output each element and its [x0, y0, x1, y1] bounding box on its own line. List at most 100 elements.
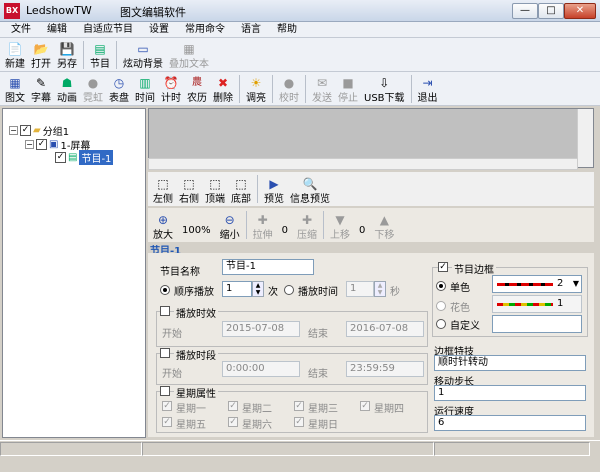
- open-label: 打开: [31, 59, 51, 70]
- menu-edit[interactable]: 编辑: [40, 22, 74, 37]
- friday-checkbox[interactable]: ✓: [162, 417, 172, 427]
- weekday-checkbox[interactable]: [160, 386, 170, 396]
- tree-checkbox[interactable]: ✓: [20, 125, 31, 136]
- save-as-button[interactable]: 💾 另存: [54, 41, 80, 71]
- flower-color-select[interactable]: 1: [492, 295, 582, 313]
- custom-border-radio[interactable]: [436, 319, 446, 329]
- menu-adaptive[interactable]: 自适应节目: [76, 22, 140, 37]
- wednesday-checkbox[interactable]: ✓: [294, 401, 304, 411]
- border-checkbox[interactable]: ✓: [438, 262, 448, 272]
- move-up-button[interactable]: ▼ 上移: [327, 212, 353, 242]
- overlay-text-icon: ▦: [183, 42, 195, 56]
- sync-time-button[interactable]: ● 校时: [276, 75, 302, 105]
- new-label: 新建: [5, 59, 25, 70]
- compress-button[interactable]: ✚ 压缩: [294, 212, 320, 242]
- send-label: 发送: [312, 93, 332, 104]
- menu-language[interactable]: 语言: [234, 22, 268, 37]
- program-name-input[interactable]: 节目-1: [222, 259, 314, 275]
- single-color-select[interactable]: 2 ▼: [492, 275, 582, 293]
- single-color-radio[interactable]: [436, 281, 446, 291]
- play-time-spinner[interactable]: ▲ ▼: [374, 281, 386, 297]
- align-left-button[interactable]: ⬚ 左侧: [150, 176, 176, 206]
- open-button[interactable]: 📂 打开: [28, 41, 54, 71]
- preview-label: 预览: [264, 194, 284, 205]
- collapse-icon[interactable]: −: [25, 140, 34, 149]
- align-top-label: 顶端: [205, 194, 225, 205]
- status-panel: [142, 442, 434, 456]
- delete-button[interactable]: ✖ 删除: [210, 75, 236, 105]
- status-panel: [0, 442, 142, 456]
- move-step-input[interactable]: 1: [434, 385, 586, 401]
- stop-button[interactable]: ■ 停止: [335, 75, 361, 105]
- close-icon[interactable]: ✕: [564, 3, 596, 19]
- border-effect-select[interactable]: 顺时针转动: [434, 355, 586, 371]
- period-start-time[interactable]: 0:00:00: [222, 361, 300, 377]
- menu-settings[interactable]: 设置: [142, 22, 176, 37]
- saturday-checkbox[interactable]: ✓: [228, 417, 238, 427]
- sequential-play-radio[interactable]: [160, 285, 170, 295]
- play-count-input[interactable]: 1: [222, 281, 252, 297]
- horizontal-scrollbar[interactable]: [148, 158, 578, 170]
- zoom-in-button[interactable]: ⊕ 放大: [150, 212, 176, 242]
- stretch-button[interactable]: ✚ 拉伸: [250, 212, 276, 242]
- sunday-checkbox[interactable]: ✓: [294, 417, 304, 427]
- vertical-scrollbar[interactable]: [577, 109, 593, 167]
- validity-start-date[interactable]: 2015-07-08: [222, 321, 300, 337]
- program-icon: ▤: [68, 152, 78, 163]
- monday-label: 星期一: [176, 404, 206, 415]
- flower-color-radio[interactable]: [436, 301, 446, 311]
- overlay-text-button[interactable]: ▦ 叠加文本: [166, 41, 212, 71]
- brightness-button[interactable]: ☀ 调亮: [243, 75, 269, 105]
- toolbar-divider: [116, 40, 117, 69]
- custom-border-label: 自定义: [450, 321, 480, 332]
- clock-dial-button[interactable]: ◷ 表盘: [106, 75, 132, 105]
- time-button[interactable]: ▥ 时间: [132, 75, 158, 105]
- time-period-checkbox[interactable]: [160, 348, 170, 358]
- play-count-spinner[interactable]: ▲ ▼: [252, 281, 264, 297]
- timer-button[interactable]: ⏰ 计时: [158, 75, 184, 105]
- tree-checkbox[interactable]: ✓: [36, 139, 47, 150]
- run-speed-input[interactable]: 6: [434, 415, 586, 431]
- preview-button[interactable]: ▶ 预览: [261, 176, 287, 206]
- align-top-button[interactable]: ⬚ 顶端: [202, 176, 228, 206]
- validity-end-label: 结束: [308, 329, 328, 340]
- play-time-input[interactable]: 1: [346, 281, 374, 297]
- monday-checkbox[interactable]: ✓: [162, 401, 172, 411]
- neon-button[interactable]: ● 霓虹: [80, 75, 106, 105]
- thursday-checkbox[interactable]: ✓: [360, 401, 370, 411]
- minimize-icon[interactable]: —: [512, 3, 538, 19]
- seconds-unit: 秒: [390, 287, 400, 298]
- program-button[interactable]: ▤ 节目: [87, 41, 113, 71]
- animation-button[interactable]: ☗ 动画: [54, 75, 80, 105]
- menu-file[interactable]: 文件: [4, 22, 38, 37]
- info-preview-button[interactable]: 🔍 信息预览: [287, 176, 333, 206]
- tree-node-group[interactable]: − ✓ ▰ 分组1: [9, 123, 69, 138]
- save-as-label: 另存: [57, 59, 77, 70]
- menu-help[interactable]: 帮助: [270, 22, 304, 37]
- move-down-button[interactable]: ▲ 下移: [371, 212, 397, 242]
- collapse-icon[interactable]: −: [9, 126, 18, 135]
- zoom-out-button[interactable]: ⊖ 缩小: [217, 212, 243, 242]
- image-text-button[interactable]: ▦ 图文: [2, 75, 28, 105]
- period-end-time[interactable]: 23:59:59: [346, 361, 424, 377]
- tree-node-program[interactable]: ✓ ▤ 节目-1: [55, 150, 114, 165]
- play-time-radio[interactable]: [284, 285, 294, 295]
- align-bottom-button[interactable]: ⬚ 底部: [228, 176, 254, 206]
- friday-label: 星期五: [176, 420, 206, 431]
- maximize-icon[interactable]: □: [538, 3, 564, 19]
- tuesday-checkbox[interactable]: ✓: [228, 401, 238, 411]
- tree-checkbox[interactable]: ✓: [55, 152, 66, 163]
- open-folder-icon: 📂: [33, 42, 49, 56]
- validity-end-date[interactable]: 2016-07-08: [346, 321, 424, 337]
- new-button[interactable]: 📄 新建: [2, 41, 28, 71]
- custom-border-input[interactable]: [492, 315, 582, 333]
- validity-checkbox[interactable]: [160, 306, 170, 316]
- align-right-button[interactable]: ⬚ 右侧: [176, 176, 202, 206]
- menu-commands[interactable]: 常用命令: [178, 22, 232, 37]
- subtitle-button[interactable]: ✎ 字幕: [28, 75, 54, 105]
- send-button[interactable]: ✉ 发送: [309, 75, 335, 105]
- dynamic-background-button[interactable]: ▭ 炫动背景: [120, 41, 166, 71]
- exit-button[interactable]: ⇥ 退出: [415, 75, 441, 105]
- lunar-calendar-button[interactable]: 農农历: [184, 75, 210, 105]
- usb-download-button[interactable]: ⇩ USB下载: [361, 75, 408, 105]
